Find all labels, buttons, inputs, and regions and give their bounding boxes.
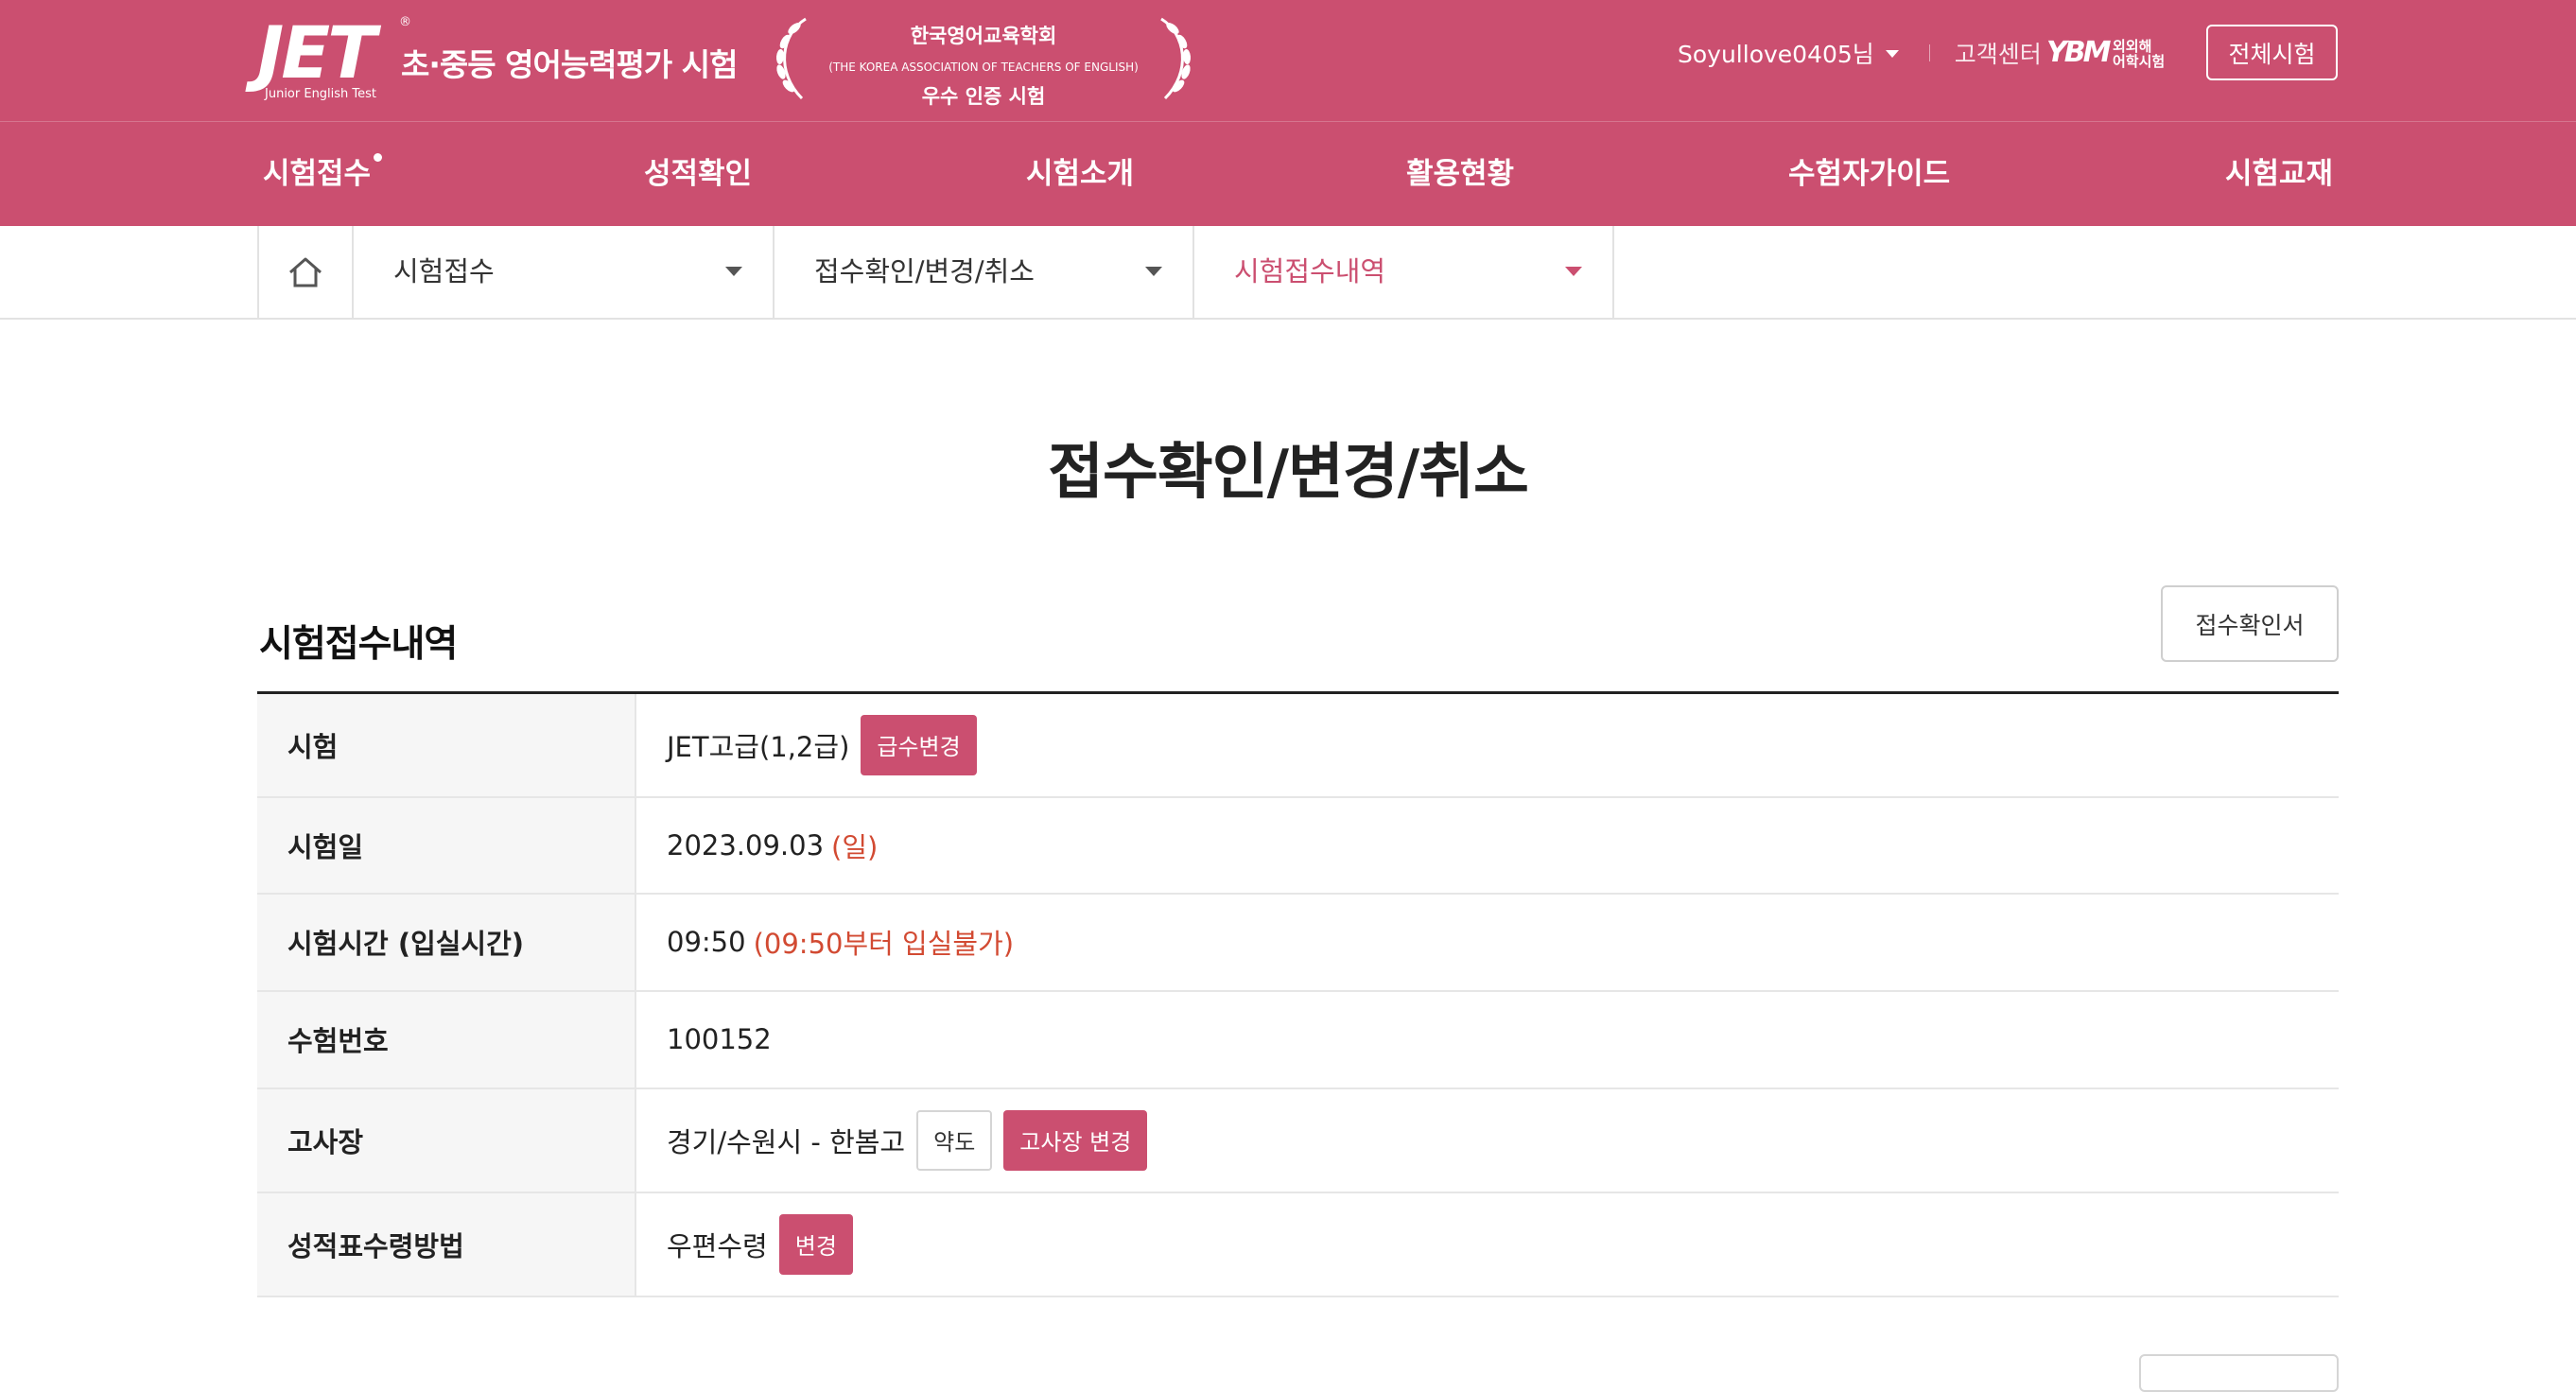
caret-down-icon [1565, 267, 1582, 276]
change-level-button[interactable]: 급수변경 [861, 714, 977, 775]
exam-name: JET고급(1,2급) [667, 730, 850, 763]
exam-day-of-week: (일) [831, 830, 879, 863]
breadcrumb-level2-label: 접수확인/변경/취소 [814, 255, 1035, 287]
nav-item-textbooks[interactable]: 시험교재 [2225, 122, 2333, 226]
row-value-exam-date: 2023.09.03 (일) [635, 797, 2339, 894]
user-menu: Soyullove0405님 고객센터 [1678, 36, 2042, 70]
user-name-dropdown[interactable]: Soyullove0405님 [1678, 36, 1874, 70]
katE-certification-emblem: 한국영어교육학회 (THE KOREA ASSOCIATION OF TEACH… [768, 13, 1199, 108]
jet-logo[interactable]: JET ® Junior English Test 초·중등 영어능력평가 시험 [257, 10, 738, 102]
exam-date: 2023.09.03 [667, 828, 825, 861]
row-value-exam-time: 09:50 (09:50부터 입실불가) [635, 894, 2339, 991]
change-test-site-button[interactable]: 고사장 변경 [1003, 1109, 1148, 1171]
emblem-text: 한국영어교육학회 (THE KOREA ASSOCIATION OF TEACH… [768, 13, 1199, 110]
emblem-cert-label: 우수 인증 시험 [921, 85, 1046, 108]
table-row-exam-number: 수험번호 100152 [257, 990, 2339, 1088]
row-label-report-method: 성적표수령방법 [257, 1192, 636, 1296]
logo-tagline: 초·중등 영어능력평가 시험 [401, 46, 738, 83]
row-value-exam: JET고급(1,2급) 급수변경 [635, 693, 2339, 797]
all-exams-button[interactable]: 전체시험 [2206, 25, 2338, 80]
table-row-report-method: 성적표수령방법 우편수령 변경 [257, 1192, 2339, 1296]
registration-confirmation-button[interactable]: 접수확인서 [2161, 585, 2339, 662]
registration-details-table: 시험 JET고급(1,2급) 급수변경 시험일 2023.09.03 (일) 시… [257, 691, 2339, 1297]
ybm-label-line2: 어학시험 [2113, 53, 2166, 70]
ybm-label: 외외해 어학시험 [2113, 39, 2165, 69]
breadcrumb-level3-dropdown[interactable]: 시험접수내역 [1194, 226, 1614, 318]
logo-registered-mark: ® [399, 15, 411, 29]
ybm-mark: YBM [2046, 36, 2111, 69]
row-label-exam-date: 시험일 [257, 796, 636, 894]
customer-center-link[interactable]: 고객센터 [1955, 36, 2042, 70]
nav-item-usage-status[interactable]: 활용현황 [1406, 122, 1514, 226]
logo-subtitle: Junior English Test [265, 87, 377, 101]
nav-item-label: 시험접수 [263, 157, 372, 191]
breadcrumb-level2-dropdown[interactable]: 접수확인/변경/취소 [775, 226, 1194, 318]
report-method: 우편수령 [667, 1229, 768, 1262]
top-header: JET ® Junior English Test 초·중등 영어능력평가 시험… [0, 0, 2576, 122]
change-report-method-button[interactable]: 변경 [778, 1213, 853, 1275]
table-row-exam-date: 시험일 2023.09.03 (일) [257, 796, 2339, 894]
home-icon [289, 257, 322, 287]
exam-number: 100152 [667, 1023, 772, 1055]
nav-item-exam-registration[interactable]: 시험접수 [263, 122, 383, 226]
breadcrumb: 시험접수 접수확인/변경/취소 시험접수내역 [0, 226, 2576, 320]
breadcrumb-level3-label: 시험접수내역 [1234, 255, 1386, 287]
row-label-exam-number: 수험번호 [257, 990, 636, 1088]
nav-item-exam-intro[interactable]: 시험소개 [1026, 122, 1134, 226]
nav-item-candidate-guide[interactable]: 수험자가이드 [1788, 122, 1950, 226]
emblem-org-name: 한국영어교육학회 [910, 25, 1057, 47]
breadcrumb-level1-dropdown[interactable]: 시험접수 [354, 226, 775, 318]
home-button[interactable] [257, 226, 354, 318]
active-dot-icon [374, 153, 383, 162]
row-label-test-site: 고사장 [257, 1088, 636, 1192]
main-navigation: 시험접수 성적확인 시험소개 활용현황 수험자가이드 시험교재 [0, 122, 2576, 226]
table-row-exam: 시험 JET고급(1,2급) 급수변경 [257, 692, 2339, 797]
emblem-org-name-en: (THE KOREA ASSOCIATION OF TEACHERS OF EN… [828, 61, 1139, 74]
table-row-test-site: 고사장 경기/수원시 - 한봄고 약도 고사장 변경 [257, 1088, 2339, 1192]
site-map-button[interactable]: 약도 [916, 1109, 993, 1171]
caret-down-icon [725, 267, 742, 276]
section-title: 시험접수내역 [259, 623, 458, 666]
row-value-report-method: 우편수령 변경 [635, 1192, 2339, 1296]
nav-item-score-check[interactable]: 성적확인 [644, 122, 752, 226]
entry-deadline-note: (09:50부터 입실불가) [753, 928, 1015, 960]
caret-down-icon[interactable] [1885, 50, 1899, 58]
row-label-exam: 시험 [257, 692, 636, 797]
table-row-exam-time: 시험시간 (입실시간) 09:50 (09:50부터 입실불가) [257, 893, 2339, 991]
breadcrumb-level1-label: 시험접수 [393, 255, 495, 287]
test-site-name: 경기/수원시 - 한봄고 [667, 1125, 906, 1158]
logo-mark: JET [257, 10, 376, 95]
divider [1928, 44, 1930, 61]
page-title: 접수확인/변경/취소 [1048, 438, 1529, 508]
caret-down-icon [1145, 267, 1162, 276]
row-value-test-site: 경기/수원시 - 한봄고 약도 고사장 변경 [635, 1088, 2339, 1192]
exam-time: 09:50 [667, 926, 746, 958]
row-label-exam-time: 시험시간 (입실시간) [257, 893, 636, 991]
partially-visible-button[interactable] [2139, 1354, 2339, 1392]
ybm-logo[interactable]: YBM 외외해 어학시험 [2046, 36, 2171, 70]
